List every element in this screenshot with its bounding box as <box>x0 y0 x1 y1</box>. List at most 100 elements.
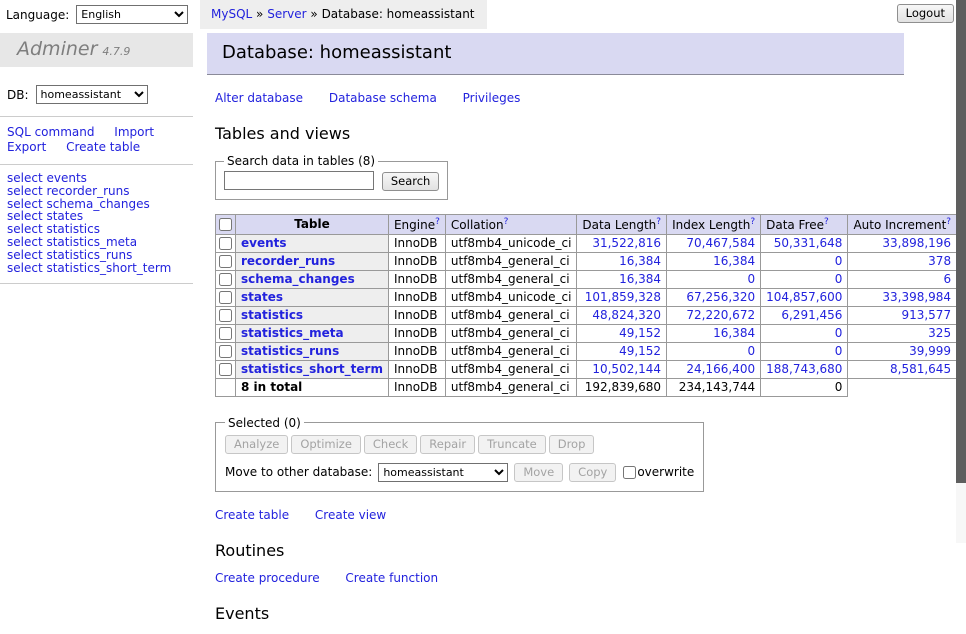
create-table-link[interactable]: Create table <box>215 508 289 522</box>
auto-increment-link[interactable]: 8,581,645 <box>853 362 951 376</box>
table-name-link[interactable]: statistics_meta <box>241 326 344 340</box>
data-free-link[interactable]: 0 <box>766 344 842 358</box>
auto-increment-link[interactable]: 325 <box>853 326 951 340</box>
copy-button[interactable]: Copy <box>569 463 616 482</box>
page-title: Database: homeassistant <box>207 33 904 75</box>
db-label: DB: <box>7 88 29 102</box>
data-free-link[interactable]: 104,857,600 <box>766 290 842 304</box>
sidebar: Adminer4.7.9 DB: homeassistant SQL comma… <box>0 33 193 284</box>
help-link[interactable]: ? <box>946 217 951 227</box>
auto-increment-link[interactable]: 6 <box>853 272 951 286</box>
help-link[interactable]: ? <box>824 217 829 227</box>
auto-increment-link[interactable]: 33,398,984 <box>853 290 951 304</box>
row-checkbox[interactable] <box>219 363 232 376</box>
move-button[interactable]: Move <box>514 463 563 482</box>
table-name-link[interactable]: statistics_short_term <box>241 362 383 376</box>
breadcrumb: MySQL » Server » Database: homeassistant <box>200 0 487 29</box>
table-name-link[interactable]: states <box>241 290 283 304</box>
index-length-link[interactable]: 70,467,584 <box>672 236 755 250</box>
overwrite-checkbox[interactable] <box>623 466 636 479</box>
data-length-link[interactable]: 101,859,328 <box>582 290 661 304</box>
sidebar-table-select-link[interactable]: select events <box>7 172 186 185</box>
data-free-link[interactable]: 0 <box>766 272 842 286</box>
privileges-link[interactable]: Privileges <box>463 91 521 105</box>
row-checkbox[interactable] <box>219 309 232 322</box>
sidebar-link-export[interactable]: Export <box>7 140 46 154</box>
create-view-link[interactable]: Create view <box>315 508 386 522</box>
table-row: recorder_runsInnoDButf8mb4_general_ci16,… <box>216 252 966 270</box>
search-input[interactable] <box>224 171 374 190</box>
search-button[interactable]: Search <box>382 172 440 191</box>
logout-button[interactable]: Logout <box>897 4 954 23</box>
row-checkbox[interactable] <box>219 327 232 340</box>
table-name-link[interactable]: statistics <box>241 308 303 322</box>
app-logo: Adminer4.7.9 <box>0 33 193 67</box>
index-length-link[interactable]: 24,166,400 <box>672 362 755 376</box>
db-select[interactable]: homeassistant <box>36 85 148 104</box>
sidebar-table-select-link[interactable]: select recorder_runs <box>7 185 186 198</box>
auto-increment-link[interactable]: 33,898,196 <box>853 236 951 250</box>
drop-button[interactable]: Drop <box>549 435 595 454</box>
alter-database-link[interactable]: Alter database <box>215 91 303 105</box>
auto-increment-link[interactable]: 913,577 <box>853 308 951 322</box>
optimize-button[interactable]: Optimize <box>291 435 361 454</box>
data-length-link[interactable]: 48,824,320 <box>582 308 661 322</box>
sidebar-table-select-link[interactable]: select statistics_short_term <box>7 262 186 275</box>
sidebar-link-sql-command[interactable]: SQL command <box>7 125 94 139</box>
table-name-link[interactable]: events <box>241 236 287 250</box>
index-length-link[interactable]: 16,384 <box>672 254 755 268</box>
database-schema-link[interactable]: Database schema <box>329 91 437 105</box>
data-length-link[interactable]: 31,522,816 <box>582 236 661 250</box>
analyze-button[interactable]: Analyze <box>225 435 288 454</box>
table-name-link[interactable]: schema_changes <box>241 272 355 286</box>
truncate-button[interactable]: Truncate <box>478 435 546 454</box>
create-function-link[interactable]: Create function <box>345 571 438 585</box>
column-header: Engine? <box>388 214 445 234</box>
data-free-link[interactable]: 50,331,648 <box>766 236 842 250</box>
help-link[interactable]: ? <box>435 217 440 227</box>
breadcrumb-link-server[interactable]: Server <box>267 7 306 21</box>
table-name-link[interactable]: recorder_runs <box>241 254 335 268</box>
index-length-link[interactable]: 67,256,320 <box>672 290 755 304</box>
help-link[interactable]: ? <box>750 217 755 227</box>
table-name-link[interactable]: statistics_runs <box>241 344 339 358</box>
sidebar-link-create-table[interactable]: Create table <box>66 140 140 154</box>
breadcrumb-link-mysql[interactable]: MySQL <box>211 7 252 21</box>
data-length-link[interactable]: 16,384 <box>582 254 661 268</box>
select-all-checkbox[interactable] <box>219 218 232 231</box>
data-free-link[interactable]: 188,743,680 <box>766 362 842 376</box>
sidebar-table-select-link[interactable]: select statistics_runs <box>7 249 186 262</box>
index-length-link[interactable]: 16,384 <box>672 326 755 340</box>
data-length-link[interactable]: 49,152 <box>582 326 661 340</box>
language-select[interactable]: English <box>76 5 188 24</box>
index-length-link[interactable]: 0 <box>672 272 755 286</box>
language-row: Language: English <box>6 5 188 24</box>
sidebar-link-import[interactable]: Import <box>114 125 154 139</box>
data-free-link[interactable]: 0 <box>766 254 842 268</box>
help-link[interactable]: ? <box>656 217 661 227</box>
row-checkbox[interactable] <box>219 273 232 286</box>
auto-increment-link[interactable]: 378 <box>853 254 951 268</box>
scrollbar-thumb[interactable] <box>956 0 966 483</box>
table-cell: 0 <box>761 378 848 396</box>
check-button[interactable]: Check <box>364 435 417 454</box>
create-procedure-link[interactable]: Create procedure <box>215 571 320 585</box>
data-length-link[interactable]: 10,502,144 <box>582 362 661 376</box>
sidebar-table-select-link[interactable]: select statistics_meta <box>7 236 186 249</box>
row-checkbox[interactable] <box>219 345 232 358</box>
repair-button[interactable]: Repair <box>420 435 475 454</box>
row-checkbox[interactable] <box>219 291 232 304</box>
data-free-link[interactable]: 0 <box>766 326 842 340</box>
move-db-select[interactable]: homeassistant <box>378 463 508 482</box>
index-length-link[interactable]: 72,220,672 <box>672 308 755 322</box>
row-checkbox[interactable] <box>219 237 232 250</box>
table-cell: utf8mb4_general_ci <box>445 306 577 324</box>
data-length-link[interactable]: 16,384 <box>582 272 661 286</box>
help-link[interactable]: ? <box>504 217 509 227</box>
table-cell: InnoDB <box>388 360 445 378</box>
auto-increment-link[interactable]: 39,999 <box>853 344 951 358</box>
index-length-link[interactable]: 0 <box>672 344 755 358</box>
row-checkbox[interactable] <box>219 255 232 268</box>
data-length-link[interactable]: 49,152 <box>582 344 661 358</box>
data-free-link[interactable]: 6,291,456 <box>766 308 842 322</box>
